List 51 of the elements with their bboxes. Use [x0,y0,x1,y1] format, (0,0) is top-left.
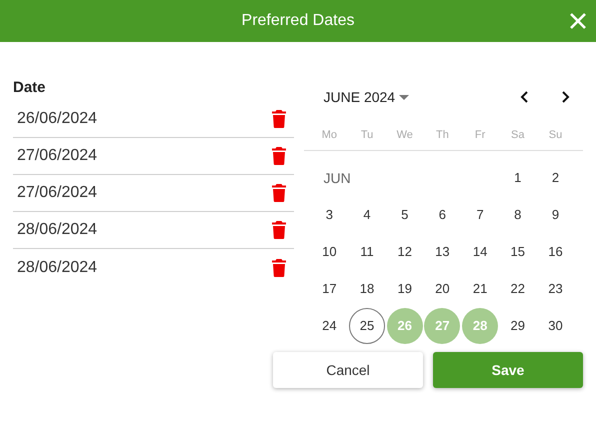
delete-icon[interactable] [272,110,286,128]
delete-icon[interactable] [272,258,286,276]
weekday-label: Th [434,128,450,140]
calendar-day[interactable]: 2 [537,160,574,196]
delete-icon[interactable] [272,147,286,165]
calendar-day[interactable]: 1 [500,160,536,196]
weekday-label: We [396,128,414,140]
weekday-label: Tu [360,128,374,140]
date-text: 28/06/2024 [17,258,98,276]
calendar-day[interactable]: 8 [500,196,536,232]
calendar-day[interactable]: 16 [537,234,574,270]
weekday-label: Mo [320,128,338,140]
weekday-label: Sa [510,128,526,140]
calendar-day[interactable]: 25 [349,308,386,344]
calendar-day[interactable]: 17 [311,270,348,306]
calendar-day[interactable]: 9 [537,196,574,232]
date-text: 27/06/2024 [17,184,98,202]
calendar-day[interactable]: 11 [349,234,386,270]
date-text: 27/06/2024 [17,147,98,165]
calendar-day[interactable]: 22 [500,270,536,306]
save-button[interactable]: Save [433,352,583,388]
calendar-day[interactable]: 15 [500,234,536,270]
date-text: 28/06/2024 [17,221,98,239]
calendar-day[interactable]: 3 [311,196,348,232]
caret-icon [399,94,410,100]
calendar-day[interactable]: 24 [311,308,348,344]
calendar-day[interactable]: 20 [424,270,460,306]
calendar-day[interactable]: 13 [424,234,460,270]
weekday-label: Su [548,128,564,140]
month-dropdown[interactable]: JUNE 2024 [324,89,410,105]
calendar-day[interactable]: 21 [462,270,498,306]
cancel-button[interactable]: Cancel [273,352,423,388]
calendar-day[interactable]: 6 [424,196,460,232]
calendar-day[interactable]: 14 [462,234,498,270]
calendar-day[interactable]: 23 [537,270,574,306]
weekday-label: Fr [474,128,486,140]
date-text: 26/06/2024 [17,110,98,128]
calendar-day[interactable]: 19 [386,270,423,306]
dialog-title: Preferred Dates [242,12,354,30]
calendar-day[interactable]: 30 [537,308,574,344]
delete-icon[interactable] [272,221,286,239]
calendar-day[interactable]: 4 [349,196,386,232]
calendar-day[interactable]: 7 [462,196,498,232]
calendar-day[interactable]: 18 [349,270,386,306]
date-heading: Date [13,78,47,98]
delete-icon[interactable] [272,184,286,202]
calendar-day[interactable]: 10 [311,234,348,270]
calendar-day[interactable]: 12 [386,234,423,270]
calendar-day[interactable]: 5 [386,196,423,232]
calendar-day[interactable]: 29 [500,308,536,344]
month-label: JUN [322,170,352,186]
